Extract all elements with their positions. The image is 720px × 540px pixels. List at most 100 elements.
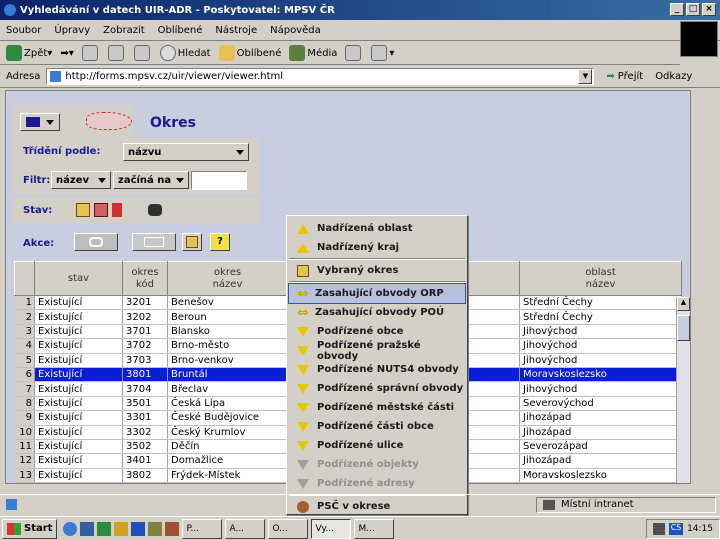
- filter-operator-select[interactable]: začíná na: [113, 171, 189, 189]
- trash-icon[interactable]: [112, 203, 122, 217]
- cell-okres-kod: 3301: [122, 410, 168, 426]
- factory-icon[interactable]: [94, 203, 108, 217]
- action-help-button[interactable]: ?: [210, 233, 230, 251]
- sort-select[interactable]: názvu: [123, 143, 249, 161]
- maximize-button[interactable]: □: [686, 3, 700, 16]
- cell-okres-kod: 3202: [122, 309, 168, 325]
- action-table-button[interactable]: [132, 233, 176, 251]
- row-number: 5: [14, 353, 35, 368]
- ie-quicklaunch-icon[interactable]: [63, 521, 78, 536]
- app-icon[interactable]: [165, 521, 180, 536]
- context-menu-item[interactable]: ⇔ Zasahující obvody ORP: [288, 283, 466, 304]
- history-button[interactable]: [345, 45, 363, 61]
- go-button[interactable]: ➡ Přejít: [606, 71, 643, 82]
- cell-oblast-nazev: Jihozápad: [519, 425, 682, 440]
- arrow-down-icon: [297, 402, 309, 413]
- page-scrollbar[interactable]: [691, 90, 715, 484]
- outlook-icon[interactable]: [114, 521, 129, 536]
- app-back-button[interactable]: [20, 113, 60, 131]
- cell-okres-kod: 3401: [122, 453, 168, 469]
- address-dropdown[interactable]: ▼: [578, 69, 593, 84]
- links-button[interactable]: Odkazy: [655, 71, 692, 82]
- table-scrollbar[interactable]: ▲: [676, 297, 690, 483]
- menu-favorites[interactable]: Oblíbené: [158, 25, 203, 36]
- building-icon[interactable]: [76, 203, 90, 217]
- address-url: http://forms.mpsv.cz/uir/viewer/viewer.h…: [65, 71, 284, 82]
- column-header-stav[interactable]: stav: [34, 261, 123, 296]
- favorites-button[interactable]: Oblíbené: [218, 45, 281, 61]
- home-button[interactable]: [133, 45, 152, 61]
- filter-value-input[interactable]: [191, 171, 247, 190]
- minimize-button[interactable]: _: [670, 3, 684, 16]
- network-icon[interactable]: [653, 522, 666, 535]
- context-menu-item[interactable]: Podřízené obce: [289, 322, 465, 341]
- media-button[interactable]: Média: [289, 45, 337, 61]
- task-button[interactable]: A...: [225, 518, 266, 539]
- cell-oblast-nazev: Moravskoslezsko: [519, 367, 682, 383]
- word-icon[interactable]: [131, 521, 146, 536]
- context-menu-item[interactable]: Podřízené ulice: [289, 436, 465, 455]
- search-button[interactable]: Hledat: [159, 45, 211, 61]
- task-button[interactable]: M...: [354, 518, 395, 539]
- stop-button[interactable]: [81, 45, 100, 61]
- cell-okres-nazev: Blansko: [167, 324, 288, 340]
- desktop-icon[interactable]: [80, 521, 95, 536]
- menu-view[interactable]: Zobrazit: [103, 25, 145, 36]
- system-tray: CS 14:15: [646, 518, 720, 539]
- help-icon: ?: [217, 236, 223, 247]
- context-menu-item[interactable]: ⇔ Zasahující obvody POÚ: [289, 303, 465, 322]
- task-button[interactable]: O...: [268, 518, 309, 539]
- cell-okres-nazev: Břeclav: [167, 381, 288, 397]
- status-zone: Místní intranet: [561, 499, 634, 510]
- row-number: 3: [14, 324, 35, 340]
- column-header-okres-nazev[interactable]: okres název: [167, 261, 288, 296]
- context-menu-item[interactable]: Vybraný okres: [289, 261, 465, 280]
- context-menu-item[interactable]: Nadřízený kraj: [289, 238, 465, 257]
- column-header-oblast-nazev[interactable]: oblast název: [519, 261, 682, 296]
- refresh-button[interactable]: [107, 45, 126, 61]
- excel-icon[interactable]: [97, 521, 112, 536]
- context-menu-item[interactable]: Podřízené pražské obvody: [289, 340, 465, 362]
- task-button-active[interactable]: Vy...: [311, 518, 352, 539]
- cell-stav: Existující: [34, 381, 123, 397]
- keyboard-language-icon[interactable]: CS: [669, 522, 684, 535]
- menu-tools[interactable]: Nástroje: [215, 25, 257, 36]
- back-button[interactable]: Zpět ▾: [6, 45, 52, 61]
- app-icon[interactable]: [148, 521, 163, 536]
- context-menu-item[interactable]: Podřízené NUTS4 obvody: [289, 360, 465, 379]
- context-menu-item[interactable]: Podřízené správní obvody: [289, 379, 465, 398]
- forward-button[interactable]: ➡ ▾: [60, 48, 73, 59]
- menu-bar: Soubor Úpravy Zobrazit Oblíbené Nástroje…: [0, 20, 720, 41]
- column-header-okres-kod[interactable]: okres kód: [122, 261, 168, 296]
- building-icon: [297, 264, 309, 277]
- start-button[interactable]: Start: [2, 518, 58, 539]
- mail-button[interactable]: ▾: [371, 45, 394, 61]
- windows-flag-icon: [7, 522, 21, 535]
- taskbar: Start P... A... O... Vy... M... CS 14:15: [0, 516, 720, 540]
- context-menu-item[interactable]: Podřízené městské části: [289, 398, 465, 417]
- action-chat-button[interactable]: [74, 233, 118, 251]
- menu-file[interactable]: Soubor: [6, 25, 41, 36]
- window-title: Vyhledávání v datech UIR-ADR - Poskytova…: [20, 4, 335, 16]
- address-input[interactable]: http://forms.mpsv.cz/uir/viewer/viewer.h…: [46, 68, 595, 85]
- menu-help[interactable]: Nápověda: [270, 25, 321, 36]
- context-menu-label: Podřízené NUTS4 obvody: [317, 364, 459, 375]
- context-menu-item[interactable]: Podřízené části obce: [289, 417, 465, 436]
- row-number: 13: [14, 468, 35, 483]
- task-button[interactable]: P...: [182, 518, 223, 539]
- filter-field-select[interactable]: název: [51, 171, 111, 189]
- context-menu-item[interactable]: Nadřízená oblast: [289, 219, 465, 238]
- action-building-button[interactable]: [182, 233, 202, 251]
- czech-map-icon: [86, 112, 132, 130]
- car-icon[interactable]: [148, 204, 162, 216]
- cell-okres-nazev: Benešov: [167, 295, 288, 311]
- context-menu-label: Podřízené ulice: [317, 440, 404, 451]
- row-number: 10: [14, 425, 35, 440]
- scroll-thumb[interactable]: [677, 315, 690, 341]
- scroll-up-button[interactable]: ▲: [677, 297, 690, 311]
- close-button[interactable]: ×: [702, 3, 716, 16]
- menu-edit[interactable]: Úpravy: [54, 25, 90, 36]
- arrow-down-icon: [297, 459, 309, 470]
- cell-okres-kod: 3502: [122, 439, 168, 455]
- cell-stav: Existující: [34, 367, 123, 383]
